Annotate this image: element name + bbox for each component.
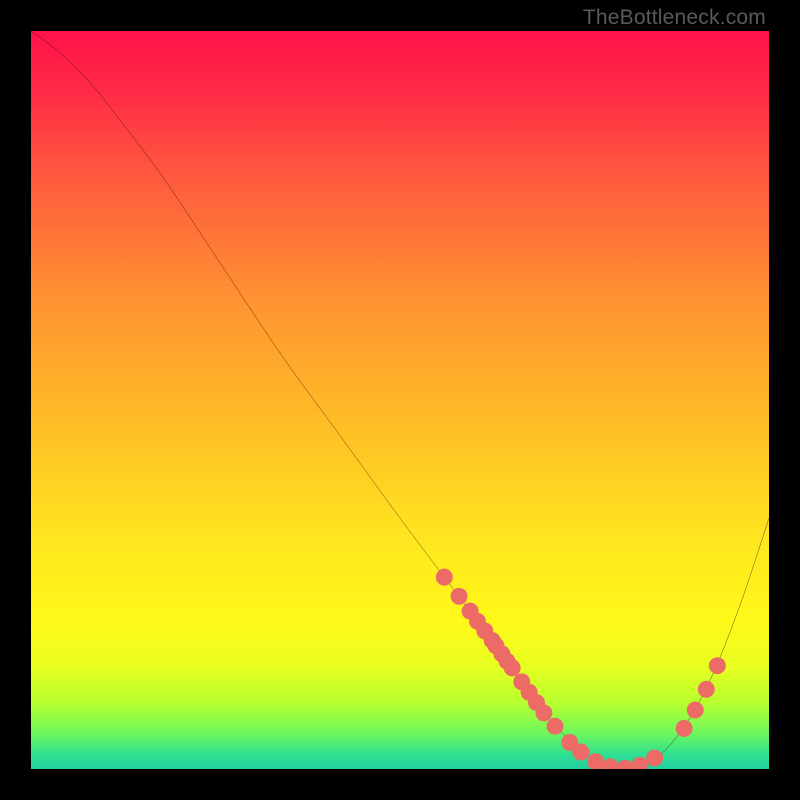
curve-dot bbox=[572, 744, 589, 761]
curve-dot bbox=[709, 657, 726, 674]
curve-dot bbox=[451, 588, 468, 605]
bottleneck-curve bbox=[31, 31, 769, 769]
curve-dot bbox=[546, 718, 563, 735]
curve-dot bbox=[535, 704, 552, 721]
curve-dot bbox=[602, 758, 619, 769]
plot-area bbox=[31, 31, 769, 769]
curve-dot bbox=[436, 569, 453, 586]
curve-dot bbox=[504, 659, 521, 676]
curve-dot bbox=[631, 757, 648, 769]
attribution-text: TheBottleneck.com bbox=[583, 6, 766, 30]
chart-frame: TheBottleneck.com bbox=[0, 0, 800, 800]
curve-dot bbox=[587, 753, 604, 769]
curve-dot bbox=[687, 701, 704, 718]
curve-dot bbox=[617, 760, 634, 769]
curve-dot bbox=[646, 749, 663, 766]
curve-dots bbox=[436, 569, 726, 769]
curve-dot bbox=[698, 681, 715, 698]
bottleneck-curve-svg bbox=[31, 31, 769, 769]
curve-dot bbox=[676, 720, 693, 737]
